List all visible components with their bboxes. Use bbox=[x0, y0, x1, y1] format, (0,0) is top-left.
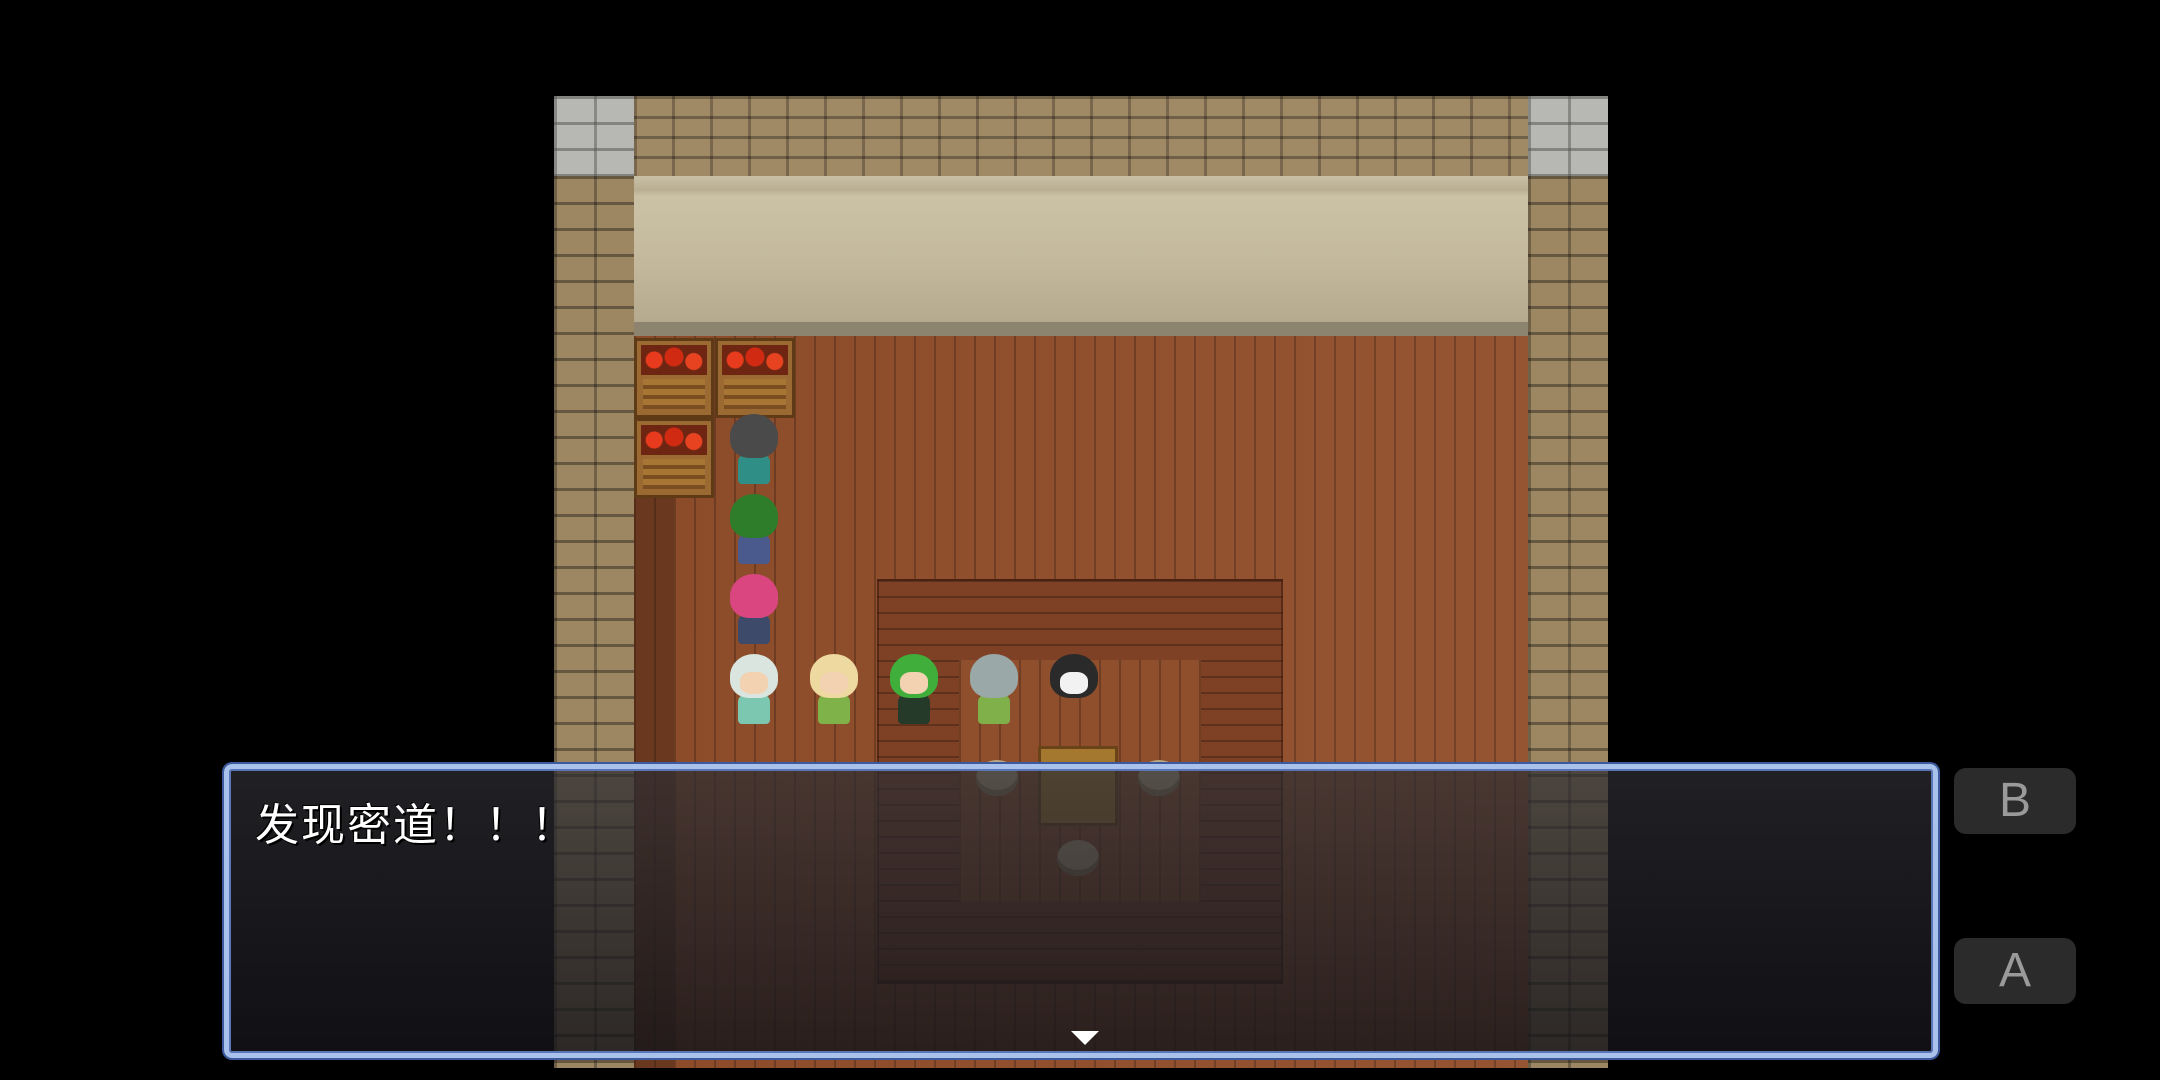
apple-crate bbox=[634, 338, 714, 418]
corner-pillar-left bbox=[554, 96, 634, 176]
dark-haired-character[interactable] bbox=[726, 412, 782, 488]
dialog-message: 发现密道！！！ bbox=[255, 800, 577, 851]
continue-arrow-icon bbox=[1071, 1031, 1099, 1045]
back-wall bbox=[634, 96, 1528, 188]
pink-haired-character[interactable] bbox=[726, 572, 782, 648]
apple-crate bbox=[634, 418, 714, 498]
gray-helmet-character[interactable] bbox=[966, 652, 1022, 728]
b-button[interactable]: B bbox=[1954, 768, 2076, 834]
a-button[interactable]: A bbox=[1954, 938, 2076, 1004]
plaster-wall bbox=[634, 176, 1528, 336]
green-haired-boy[interactable] bbox=[886, 652, 942, 728]
silver-haired-character[interactable] bbox=[726, 652, 782, 728]
message-window[interactable]: 发现密道！！！ bbox=[224, 764, 1938, 1058]
corner-pillar-right bbox=[1528, 96, 1608, 176]
panda-character[interactable] bbox=[1046, 652, 1102, 728]
green-spiky-character[interactable] bbox=[726, 492, 782, 568]
apple-crate bbox=[715, 338, 795, 418]
blonde-crowned-character[interactable] bbox=[806, 652, 862, 728]
